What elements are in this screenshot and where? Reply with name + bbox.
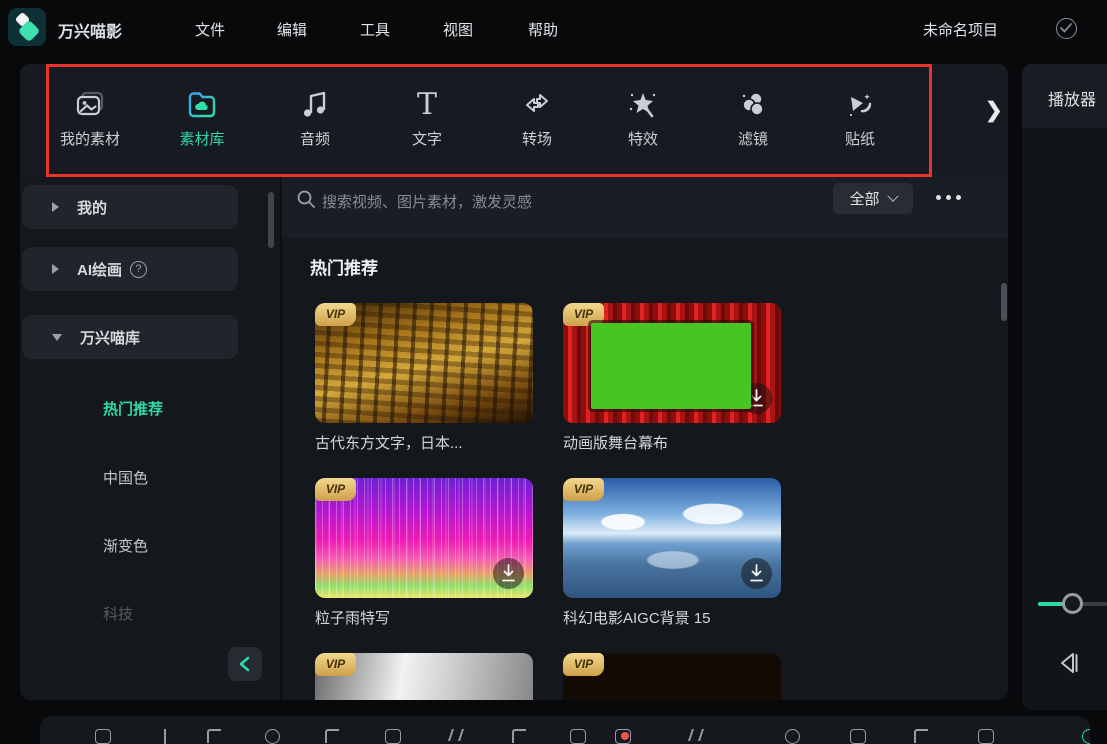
search-input[interactable] (322, 184, 712, 220)
download-icon[interactable] (493, 558, 524, 589)
menu-tools[interactable]: 工具 (360, 19, 390, 40)
tab-transitions[interactable]: 转场 (489, 86, 585, 149)
step-backward-icon[interactable] (1055, 650, 1083, 676)
toolbar-icon[interactable] (385, 729, 402, 744)
tab-audio[interactable]: 音频 (267, 86, 363, 149)
caret-down-icon (52, 333, 62, 341)
sidebar-group-wondershare-library[interactable]: 万兴喵库 (22, 315, 238, 359)
notification-dot (621, 732, 629, 740)
toolbar-icon[interactable] (785, 729, 802, 744)
card-thumbnail[interactable]: VIP (563, 653, 781, 700)
tab-text[interactable]: T 文字 (379, 86, 475, 149)
content-scrollbar[interactable] (1001, 283, 1007, 321)
main-panel: 我的素材 素材库 音频 T 文字 转场 特效 滤镜 贴纸 我的 AI绘画 ? 万… (20, 64, 1008, 700)
card-title: 古代东方文字，日本... (315, 435, 463, 452)
toolbar-icon[interactable] (978, 729, 995, 744)
help-icon[interactable]: ? (130, 260, 148, 278)
card-title: 动画版舞台幕布 (563, 435, 669, 452)
toolbar-icon[interactable] (850, 729, 867, 744)
media-card[interactable]: VIP 动画版舞台幕布 (563, 303, 781, 453)
vip-badge: VIP (315, 653, 356, 676)
filter-circles-icon (705, 86, 801, 124)
media-card[interactable]: VIP (563, 653, 781, 700)
sidebar-item-hot-picks[interactable]: 热门推荐 (103, 398, 163, 419)
download-icon[interactable] (741, 383, 772, 414)
app-name: 万兴喵影 (58, 24, 123, 41)
transition-arrows-icon (489, 86, 585, 124)
divider (280, 176, 282, 700)
menu-file[interactable]: 文件 (195, 19, 225, 40)
player-slider-knob[interactable] (1062, 593, 1083, 614)
sidebar-item-gradient-color[interactable]: 渐变色 (103, 535, 148, 556)
toolbar-icon[interactable] (688, 729, 705, 744)
sidebar-group-mine[interactable]: 我的 (22, 185, 238, 229)
sidebar-item-technology[interactable]: 科技 (103, 603, 133, 624)
sidebar-collapse-button[interactable] (228, 647, 262, 681)
menu-edit[interactable]: 编辑 (277, 19, 307, 40)
toolbar-icon-active[interactable] (1082, 729, 1090, 744)
card-thumbnail[interactable]: VIP (315, 478, 533, 598)
media-card[interactable]: VIP 科幻电影AIGC背景 15 (563, 478, 781, 628)
timeline-toolbar (40, 716, 1090, 744)
player-title: 播放器 (1048, 92, 1097, 109)
tab-stock-library[interactable]: 素材库 (154, 86, 250, 149)
media-card[interactable]: VIP 粒子雨特写 (315, 478, 533, 628)
vip-badge: VIP (315, 478, 356, 501)
check-circle-icon[interactable] (1056, 18, 1077, 39)
library-icon (154, 86, 250, 124)
tab-effects[interactable]: 特效 (595, 86, 691, 149)
magnifier-icon (296, 189, 316, 209)
music-note-icon (267, 86, 363, 124)
menu-view[interactable]: 视图 (443, 19, 473, 40)
toolbar-icon[interactable] (912, 729, 929, 744)
media-card[interactable]: VIP 古代东方文字，日本... (315, 303, 533, 453)
tab-my-media[interactable]: 我的素材 (42, 86, 138, 149)
card-thumbnail[interactable]: VIP (563, 303, 781, 423)
menu-help[interactable]: 帮助 (528, 19, 558, 40)
tab-stickers[interactable]: 贴纸 (812, 86, 908, 149)
media-icon (42, 86, 138, 124)
sidebar-scrollbar[interactable] (268, 192, 274, 248)
caret-right-icon (52, 202, 59, 212)
sticker-moon-icon (812, 86, 908, 124)
text-icon: T (416, 87, 437, 122)
toolbar-icon[interactable] (510, 729, 527, 744)
app-logo-icon (8, 8, 46, 46)
filter-dropdown[interactable]: 全部 (833, 183, 913, 214)
card-title: 科幻电影AIGC背景 15 (563, 610, 711, 627)
vip-badge: VIP (563, 653, 604, 676)
toolbar-icon[interactable] (570, 729, 587, 744)
toolbar-icon[interactable] (95, 729, 112, 744)
card-thumbnail[interactable]: VIP (315, 303, 533, 423)
more-options-button[interactable] (936, 195, 961, 200)
vip-badge: VIP (563, 478, 604, 501)
chevron-down-icon (886, 190, 899, 202)
app-window: 万兴喵影 文件 编辑 工具 视图 帮助 未命名项目 我的素材 素材库 音频 T … (0, 0, 1107, 744)
download-icon[interactable] (741, 558, 772, 589)
sidebar-group-ai-painting[interactable]: AI绘画 ? (22, 247, 238, 291)
vip-badge: VIP (315, 303, 356, 326)
toolbar-icon[interactable] (323, 729, 340, 744)
card-title: 粒子雨特写 (315, 610, 391, 627)
menubar: 万兴喵影 文件 编辑 工具 视图 帮助 未命名项目 (0, 0, 1107, 56)
toolbar-icon[interactable] (157, 729, 174, 744)
tab-filters[interactable]: 滤镜 (705, 86, 801, 149)
card-thumbnail[interactable]: VIP (563, 478, 781, 598)
chevron-right-icon[interactable]: ❯ (985, 98, 1003, 123)
section-title: 热门推荐 (310, 259, 378, 278)
toolbar-icon[interactable] (205, 729, 222, 744)
vip-badge: VIP (563, 303, 604, 326)
toolbar-icon[interactable] (448, 729, 465, 744)
player-panel: 播放器 (1022, 64, 1107, 710)
magic-star-icon (595, 86, 691, 124)
project-name: 未命名项目 (923, 22, 999, 39)
sidebar-item-china-color[interactable]: 中国色 (103, 467, 148, 488)
toolbar-icon[interactable] (265, 729, 282, 744)
media-card[interactable]: VIP (315, 653, 533, 700)
card-thumbnail[interactable]: VIP (315, 653, 533, 700)
caret-right-icon (52, 264, 59, 274)
